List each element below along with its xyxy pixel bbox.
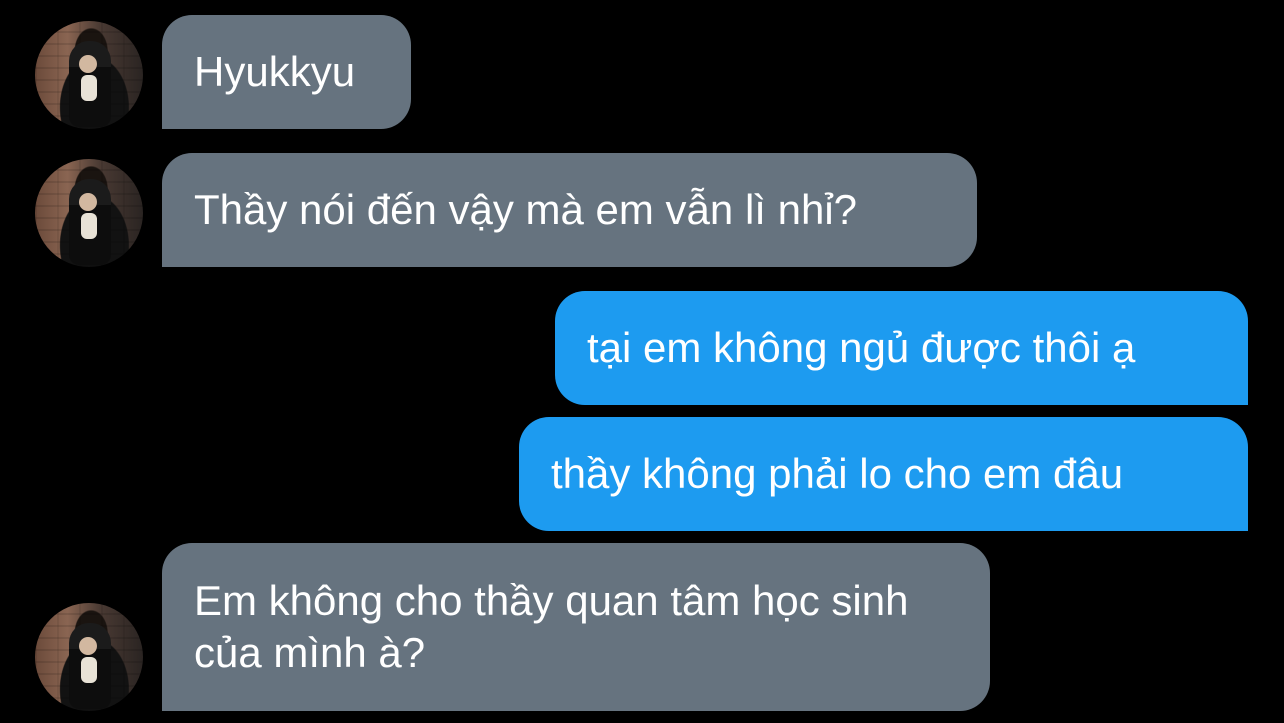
message-bubble-outgoing[interactable]: tại em không ngủ được thôi ạ (555, 291, 1248, 405)
message-text: Thầy nói đến vậy mà em vẫn lì nhỉ? (194, 186, 858, 233)
message-text: Hyukkyu (194, 48, 356, 95)
message-bubble-outgoing[interactable]: thầy không phải lo cho em đâu (519, 417, 1248, 531)
contact-avatar[interactable] (35, 21, 143, 129)
contact-avatar[interactable] (35, 159, 143, 267)
message-bubble-incoming[interactable]: Hyukkyu (162, 15, 411, 129)
message-bubble-incoming[interactable]: Thầy nói đến vậy mà em vẫn lì nhỉ? (162, 153, 977, 267)
message-text: tại em không ngủ được thôi ạ (587, 324, 1136, 371)
message-text: Em không cho thầy quan tâm học sinh của … (194, 577, 909, 676)
message-bubble-incoming[interactable]: Em không cho thầy quan tâm học sinh của … (162, 543, 990, 711)
message-text: thầy không phải lo cho em đâu (551, 450, 1124, 497)
contact-avatar[interactable] (35, 603, 143, 711)
